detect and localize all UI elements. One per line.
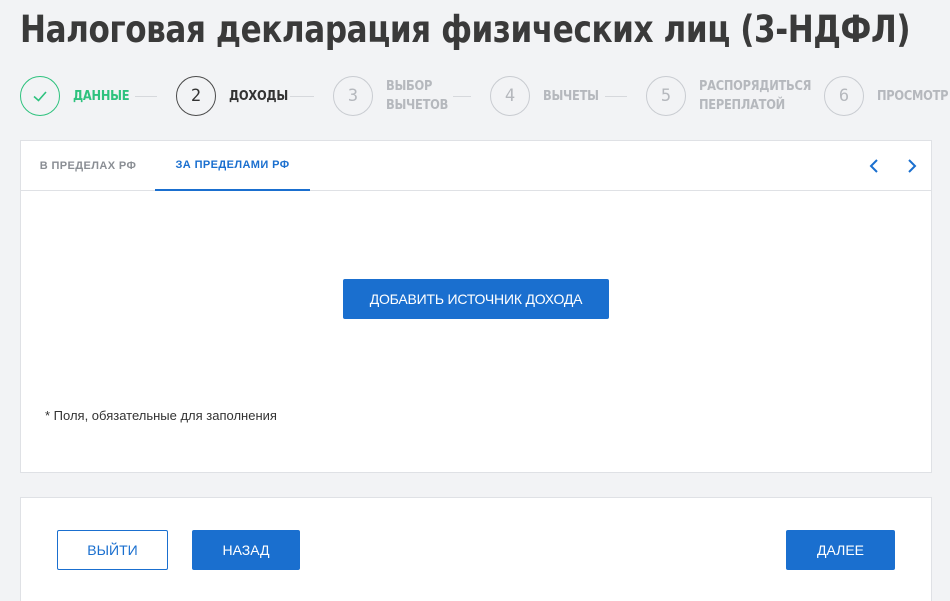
tabs-prev-button[interactable] — [864, 156, 884, 176]
exit-button[interactable]: Выйти — [57, 530, 168, 570]
step-data[interactable]: Данные — [20, 76, 137, 116]
step-number: 2 — [176, 76, 216, 116]
tabs-next-button[interactable] — [902, 156, 922, 176]
check-icon — [33, 91, 47, 102]
back-button[interactable]: Назад — [192, 530, 300, 570]
step-circle — [20, 76, 60, 116]
step-label: Выбор вычетов — [386, 77, 448, 115]
step-label: Просмотр — [877, 88, 949, 104]
page-title: Налоговая декларация физических лиц (3-Н… — [20, 8, 911, 51]
step-connector — [290, 96, 314, 97]
income-card: В пределах РФ За пределами РФ Добавить и… — [20, 140, 932, 473]
step-preview[interactable]: 6 Просмотр — [824, 76, 950, 116]
step-label-line: Выбор — [386, 79, 433, 94]
tab-inside-russia[interactable]: В пределах РФ — [21, 141, 155, 191]
step-number: 3 — [333, 76, 373, 116]
page: Налоговая декларация физических лиц (3-Н… — [0, 0, 950, 601]
chevron-right-icon — [908, 159, 917, 173]
step-deductions[interactable]: 4 Вычеты — [490, 76, 606, 116]
required-fields-note: * Поля, обязательные для заполнения — [45, 408, 277, 423]
navigation-card: Выйти Назад Далее — [20, 497, 932, 601]
step-connector — [453, 96, 471, 97]
step-connector — [135, 96, 157, 97]
step-choose-deductions[interactable]: 3 Выбор вычетов — [333, 76, 457, 116]
step-label-line: переплатой — [699, 98, 785, 113]
chevron-left-icon — [869, 159, 878, 173]
add-income-source-button[interactable]: Добавить источник дохода — [343, 279, 609, 319]
step-income[interactable]: 2 Доходы — [176, 76, 296, 116]
step-number: 4 — [490, 76, 530, 116]
step-label: Вычеты — [543, 88, 599, 104]
tab-outside-russia[interactable]: За пределами РФ — [155, 141, 310, 191]
step-label: Распорядиться переплатой — [699, 77, 811, 115]
step-connector — [605, 96, 627, 97]
step-label: Данные — [73, 88, 130, 104]
income-tabs: В пределах РФ За пределами РФ — [21, 141, 931, 191]
stepper: Данные 2 Доходы 3 Выбор вычетов 4 Вычеты… — [0, 76, 950, 116]
step-number: 5 — [646, 76, 686, 116]
step-label-line: вычетов — [386, 98, 449, 113]
next-button[interactable]: Далее — [786, 530, 895, 570]
step-label: Доходы — [229, 88, 288, 104]
step-number: 6 — [824, 76, 864, 116]
step-label-line: Распорядиться — [699, 79, 812, 94]
step-overpayment[interactable]: 5 Распорядиться переплатой — [646, 76, 826, 116]
